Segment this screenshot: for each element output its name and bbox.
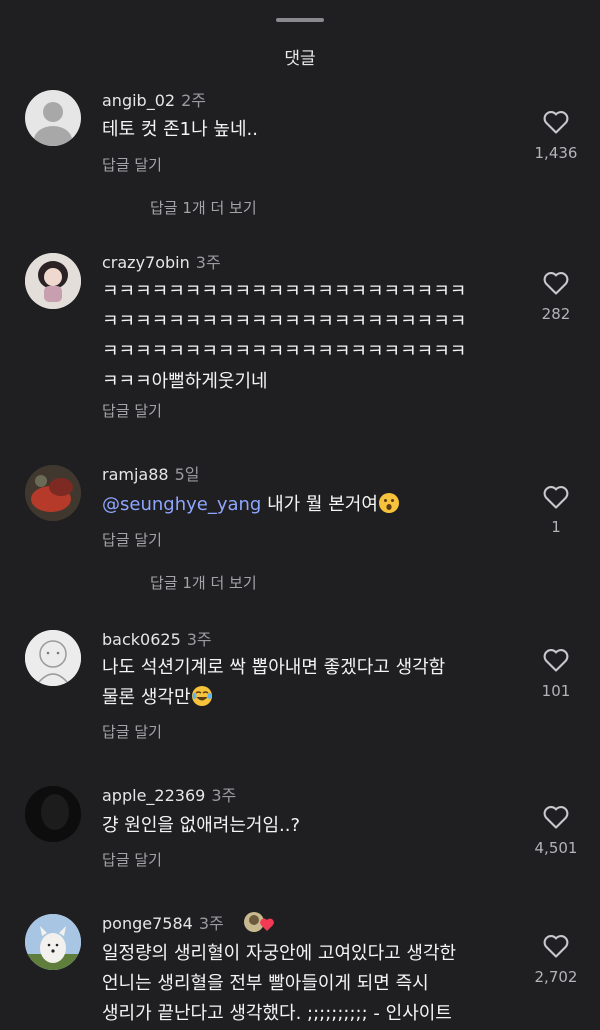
like-count: 2,702 [534,968,578,986]
like-heart-icon[interactable] [542,804,570,830]
comment-username[interactable]: apple_22369 [102,786,205,805]
comment-username-row: ramja88 5일 [102,461,199,485]
like-heart-icon[interactable] [542,484,570,510]
comment-username[interactable]: back0625 [102,630,181,649]
comment-line: ㅋㅋㅋㅋㅋㅋㅋㅋㅋㅋㅋㅋㅋㅋㅋㅋㅋㅋㅋㅋㅋㅋ [102,311,467,332]
comment-line: 나도 석션기계로 싹 뽑아내면 좋겠다고 생각함 [102,657,446,678]
comment-line: 생리가 끝난다고 생각했다. ;;;;;;;;;; - 인사이트 [102,1003,452,1024]
reply-button[interactable]: 답글 달기 [102,529,162,550]
comment-line: 걍 원인을 없애려는거임..? [102,815,301,836]
reply-button[interactable]: 답글 달기 [102,721,162,742]
avatar[interactable] [25,90,81,146]
comment-time: 3주 [198,914,224,933]
comment-line: 내가 뭘 본거여 [261,494,378,515]
like-count: 101 [541,682,571,700]
comment-line: ㅋㅋㅋㅋㅋㅋㅋㅋㅋㅋㅋㅋㅋㅋㅋㅋㅋㅋㅋㅋㅋㅋ [102,281,467,302]
comment-text: @seunghye_yang 내가 뭘 본거여 [102,490,400,520]
creator-liked-heart-badge [244,912,274,932]
reply-button[interactable]: 답글 달기 [102,849,162,870]
like-heart-icon[interactable] [542,109,570,135]
comment-text: 나도 석션기계로 싹 뽑아내면 좋겠다고 생각함물론 생각만 [102,653,445,713]
comment-line: 언니는 생리혈을 전부 빨아들이게 되면 즉시 [102,973,429,994]
sheet-drag-handle[interactable] [276,18,324,22]
comment-text: ㅋㅋㅋㅋㅋㅋㅋㅋㅋㅋㅋㅋㅋㅋㅋㅋㅋㅋㅋㅋㅋㅋ ㅋㅋㅋㅋㅋㅋㅋㅋㅋㅋㅋㅋㅋㅋㅋㅋㅋㅋ… [102,277,466,397]
comment-line: ㅋㅋㅋ아뻘하게웃기네 [102,371,268,392]
page-title: 댓글 [284,49,316,69]
comment-username-row: back0625 3주 [102,626,212,650]
comment-username[interactable]: ponge7584 [102,914,193,933]
comment-time: 3주 [195,253,221,272]
comment-username-row: ponge7584 3주 [102,910,224,934]
comment-text: 일정량의 생리혈이 자궁안에 고여있다고 생각한언니는 생리혈을 전부 빨아들이… [102,939,456,1029]
avatar[interactable] [25,630,81,686]
comment-username-row: crazy7obin 3주 [102,249,221,273]
comment-username-row: apple_22369 3주 [102,782,236,806]
tears-of-joy-emoji [191,686,212,706]
comment-line: 테토 컷 존1나 높네.. [102,119,258,140]
comment-time: 5일 [174,465,200,484]
avatar-image [25,465,81,521]
comment-line: 물론 생각만 [102,687,191,708]
avatar[interactable] [25,914,81,970]
comment-text: 걍 원인을 없애려는거임..? [102,811,300,841]
like-count: 282 [541,305,571,323]
comment-text: 테토 컷 존1나 높네.. [102,115,258,145]
surprised-face-emoji [378,493,399,513]
avatar-image [25,253,81,309]
comment-username[interactable]: ramja88 [102,465,169,484]
reply-button[interactable]: 답글 달기 [102,154,162,175]
avatar[interactable] [25,465,81,521]
comment-time: 3주 [186,630,212,649]
comment-line: 일정량의 생리혈이 자궁안에 고여있다고 생각한 [102,943,457,964]
like-count: 1 [551,518,561,536]
view-more-replies-button[interactable]: 답글 1개 더 보기 [150,197,257,218]
avatar-image [25,786,81,842]
like-heart-icon[interactable] [542,647,570,673]
avatar[interactable] [25,253,81,309]
comment-line: ㅋㅋㅋㅋㅋㅋㅋㅋㅋㅋㅋㅋㅋㅋㅋㅋㅋㅋㅋㅋㅋㅋ [102,341,467,362]
like-count: 1,436 [534,144,578,162]
comment-time: 3주 [211,786,237,805]
reply-button[interactable]: 답글 달기 [102,400,162,421]
comment-time: 2주 [181,91,206,110]
avatar-image [25,630,81,686]
like-heart-icon[interactable] [542,270,570,296]
avatar-image [25,914,81,970]
avatar[interactable] [25,786,81,842]
like-count: 4,501 [534,839,578,857]
default-avatar-icon [34,102,72,146]
comment-username[interactable]: angib_02 [102,91,175,110]
mention-link[interactable]: @seunghye_yang [102,494,261,515]
comment-username-row: angib_02 2주 [102,87,206,111]
comments-sheet: 댓글 angib_02 2주 테토 컷 존1나 높네.. 답글 달기 답글 1개 … [0,0,600,1030]
comment-username[interactable]: crazy7obin [102,253,190,272]
view-more-replies-button[interactable]: 답글 1개 더 보기 [150,572,257,593]
like-heart-icon[interactable] [542,933,570,959]
